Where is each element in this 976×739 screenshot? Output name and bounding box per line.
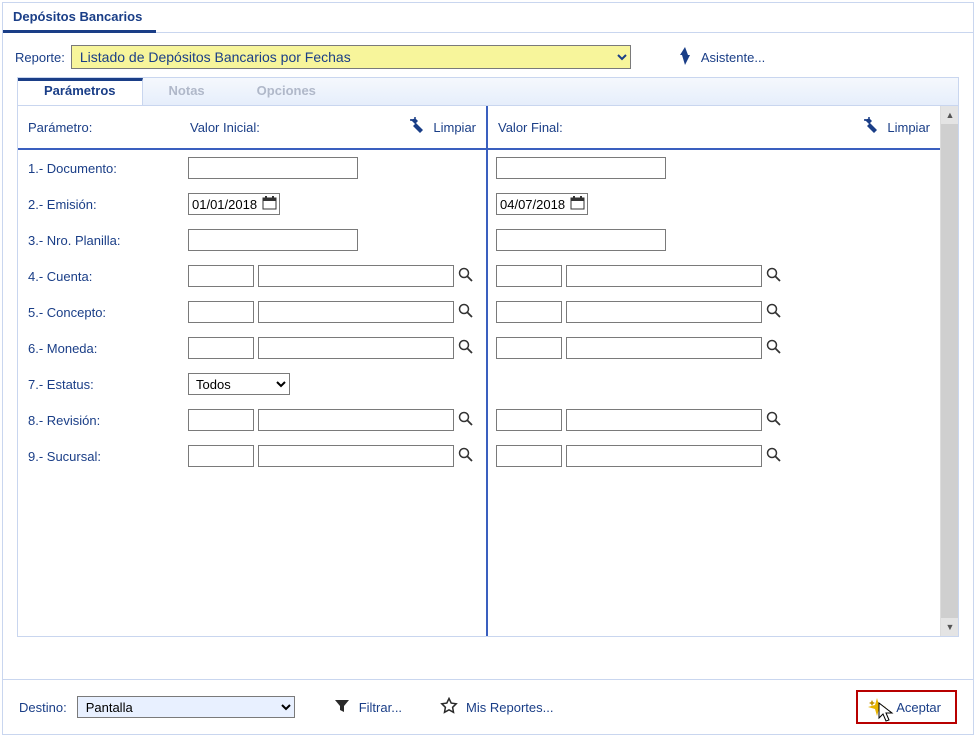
sucursal-inicial-desc[interactable] [258, 445, 454, 467]
cuenta-final-search-icon[interactable] [766, 267, 781, 285]
emision-final-input[interactable] [496, 193, 588, 215]
cuenta-final-desc[interactable] [566, 265, 762, 287]
filtrar-label: Filtrar... [359, 700, 402, 715]
scroll-thumb[interactable] [941, 124, 958, 618]
mis-reportes-label: Mis Reportes... [466, 700, 553, 715]
aceptar-label: Aceptar [896, 700, 941, 715]
revision-inicial-desc[interactable] [258, 409, 454, 431]
concepto-inicial-code[interactable] [188, 301, 254, 323]
sucursal-final-code[interactable] [496, 445, 562, 467]
revision-final-desc[interactable] [566, 409, 762, 431]
limpiar-inicial-label: Limpiar [433, 120, 476, 135]
param-label-revision: 8.- Revisión: [18, 402, 180, 438]
cuenta-inicial-desc[interactable] [258, 265, 454, 287]
broom-icon [861, 117, 881, 138]
cuenta-inicial-search-icon[interactable] [458, 267, 473, 285]
param-label-emision: 2.- Emisión: [18, 186, 180, 222]
broom-icon [407, 117, 427, 138]
report-label: Reporte: [15, 50, 65, 65]
cuenta-inicial-code[interactable] [188, 265, 254, 287]
funnel-icon [333, 697, 351, 718]
page-title: Depósitos Bancarios [3, 3, 156, 33]
sucursal-final-search-icon[interactable] [766, 447, 781, 465]
moneda-inicial-desc[interactable] [258, 337, 454, 359]
mis-reportes-button[interactable]: Mis Reportes... [440, 697, 553, 718]
limpiar-final-button[interactable]: Limpiar [861, 117, 930, 138]
limpiar-inicial-button[interactable]: Limpiar [407, 117, 476, 138]
param-label-estatus: 7.- Estatus: [18, 366, 180, 402]
scroll-up-icon[interactable]: ▲ [941, 106, 958, 124]
revision-inicial-search-icon[interactable] [458, 411, 473, 429]
scroll-down-icon[interactable]: ▼ [941, 618, 958, 636]
emision-inicial-input[interactable] [188, 193, 280, 215]
param-label-cuenta: 4.- Cuenta: [18, 258, 180, 294]
tabs-bar: Parámetros Notas Opciones [18, 78, 958, 106]
cuenta-final-code[interactable] [496, 265, 562, 287]
moneda-inicial-search-icon[interactable] [458, 339, 473, 357]
header-valor-inicial: Valor Inicial: [190, 120, 260, 135]
revision-final-search-icon[interactable] [766, 411, 781, 429]
concepto-final-code[interactable] [496, 301, 562, 323]
param-label-documento: 1.- Documento: [18, 150, 180, 186]
documento-final-input[interactable] [496, 157, 666, 179]
sparkle-icon [866, 696, 888, 718]
revision-inicial-code[interactable] [188, 409, 254, 431]
param-label-concepto: 5.- Concepto: [18, 294, 180, 330]
tab-notas[interactable]: Notas [143, 78, 231, 105]
wizard-icon [677, 47, 693, 68]
limpiar-final-label: Limpiar [887, 120, 930, 135]
moneda-final-code[interactable] [496, 337, 562, 359]
sucursal-inicial-code[interactable] [188, 445, 254, 467]
param-label-nro-planilla: 3.- Nro. Planilla: [18, 222, 180, 258]
sucursal-final-desc[interactable] [566, 445, 762, 467]
moneda-final-desc[interactable] [566, 337, 762, 359]
assistant-label: Asistente... [701, 50, 765, 65]
header-parametro: Parámetro: [18, 106, 180, 150]
estatus-select[interactable]: Todos [188, 373, 290, 395]
scrollbar[interactable]: ▲ ▼ [940, 106, 958, 636]
destino-select[interactable]: Pantalla [77, 696, 295, 718]
moneda-final-search-icon[interactable] [766, 339, 781, 357]
tab-opciones[interactable]: Opciones [231, 78, 342, 105]
documento-inicial-input[interactable] [188, 157, 358, 179]
moneda-inicial-code[interactable] [188, 337, 254, 359]
sucursal-inicial-search-icon[interactable] [458, 447, 473, 465]
param-label-moneda: 6.- Moneda: [18, 330, 180, 366]
concepto-final-desc[interactable] [566, 301, 762, 323]
param-label-sucursal: 9.- Sucursal: [18, 438, 180, 474]
assistant-link[interactable]: Asistente... [677, 47, 765, 68]
concepto-inicial-search-icon[interactable] [458, 303, 473, 321]
concepto-final-search-icon[interactable] [766, 303, 781, 321]
aceptar-button[interactable]: Aceptar [856, 690, 957, 724]
concepto-inicial-desc[interactable] [258, 301, 454, 323]
tab-parametros[interactable]: Parámetros [18, 78, 143, 105]
header-valor-final: Valor Final: [498, 120, 563, 135]
planilla-inicial-input[interactable] [188, 229, 358, 251]
filtrar-button[interactable]: Filtrar... [333, 697, 402, 718]
destino-label: Destino: [19, 700, 67, 715]
revision-final-code[interactable] [496, 409, 562, 431]
planilla-final-input[interactable] [496, 229, 666, 251]
report-select[interactable]: Listado de Depósitos Bancarios por Fecha… [71, 45, 631, 69]
star-icon [440, 697, 458, 718]
